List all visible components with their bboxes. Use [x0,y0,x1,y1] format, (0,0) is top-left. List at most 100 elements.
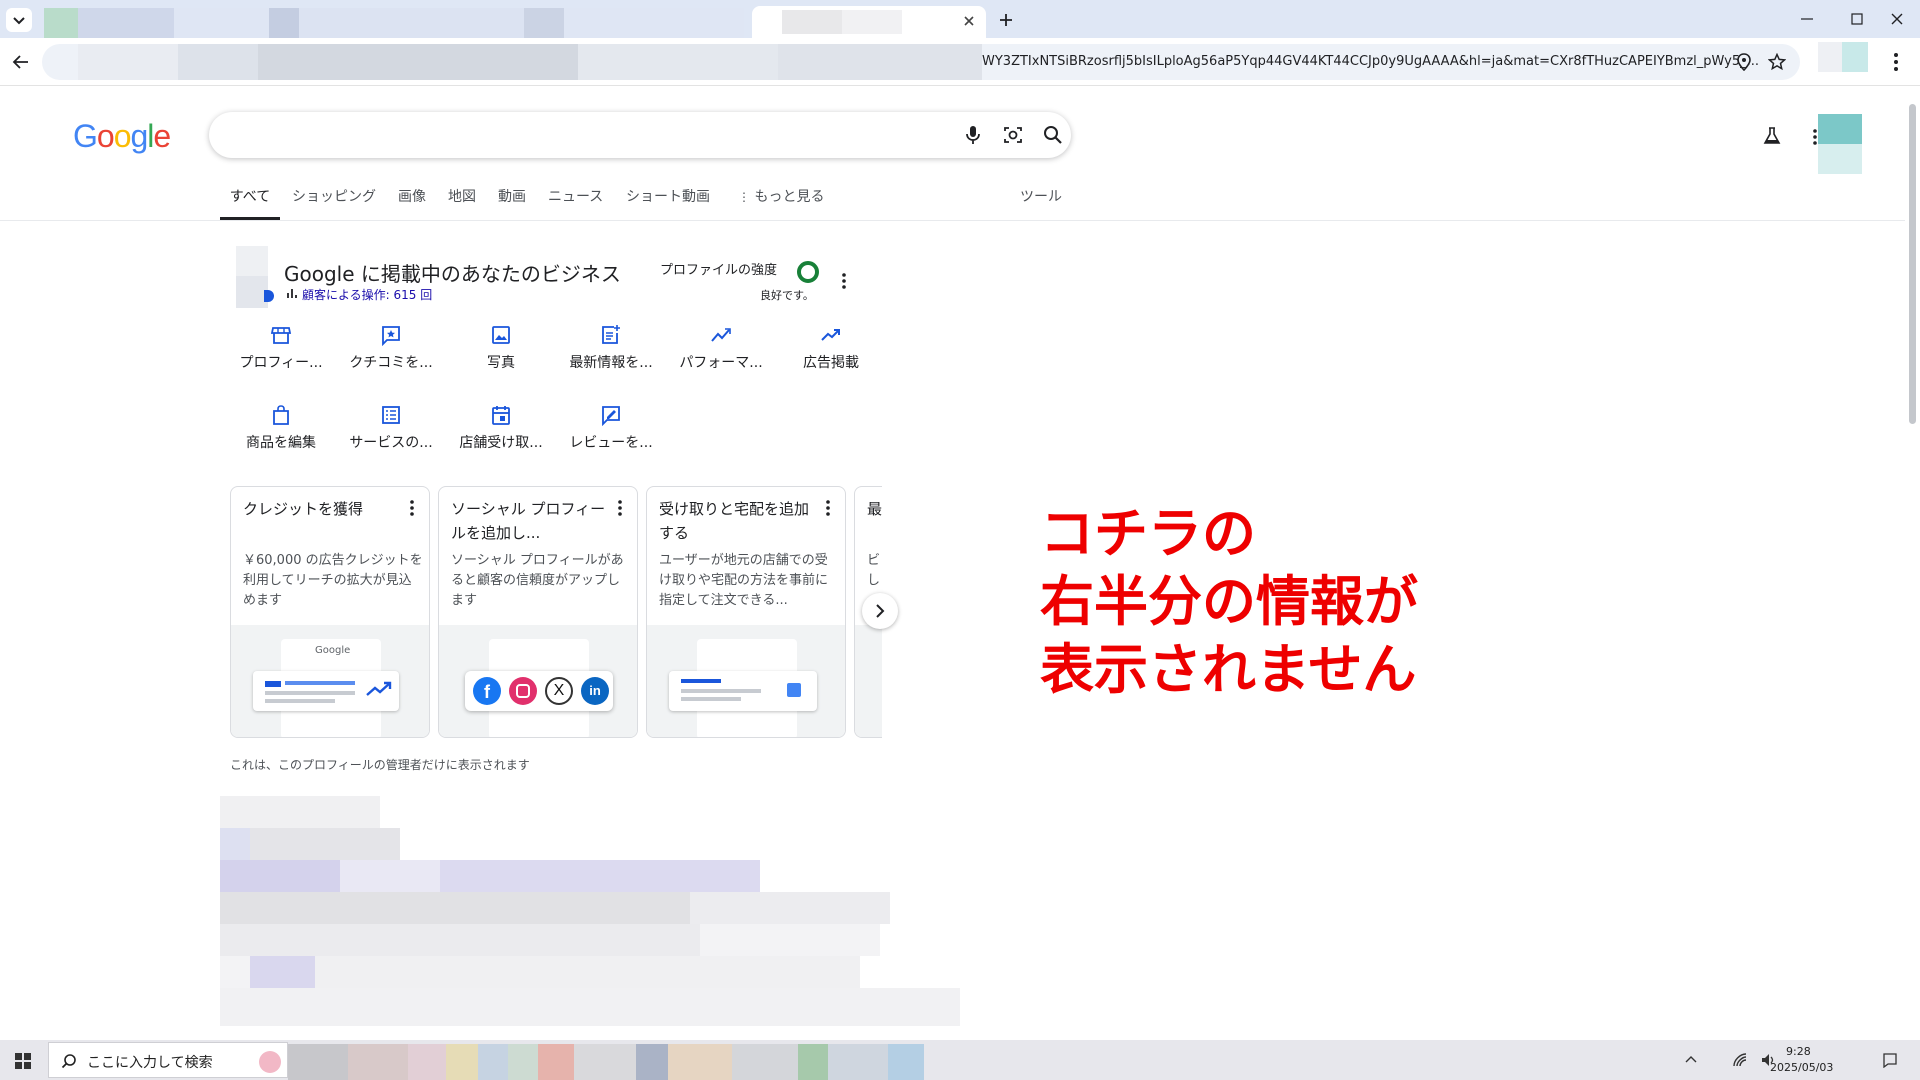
tab-maps[interactable]: 地図 [448,186,476,220]
card-description: ビし [867,553,881,588]
network-icon[interactable] [1732,1052,1748,1068]
action-updates[interactable]: 最新情報を... [561,324,661,372]
shopping-bag-icon [787,683,801,697]
card-illustration: f X in [439,625,637,737]
action-reviews[interactable]: クチコミを... [341,324,441,372]
url-text[interactable]: WY3ZTIxNTSiBRzosrflj5bIsILploAg56aP5Yqp4… [982,54,1762,69]
tab-videos[interactable]: 動画 [498,186,526,220]
instagram-icon [509,677,537,705]
lens-camera-icon[interactable] [1001,123,1025,147]
card-menu-icon[interactable] [409,499,415,517]
window-close-icon[interactable] [1890,12,1904,26]
tab-strip [0,0,1920,38]
tab-short-videos[interactable]: ショート動画 [626,186,710,220]
action-label: プロフィー... [239,355,323,371]
verified-badge-icon [264,290,274,302]
action-label: クチコミを... [349,355,433,371]
notification-icon[interactable] [1882,1052,1898,1068]
address-bar[interactable]: WY3ZTIxNTSiBRzosrflj5bIsILploAg56aP5Yqp4… [42,44,1800,80]
review-star-icon [382,326,400,346]
google-results-page: Google すべて ショッピング 画像 地図 動画 ニュース ショート動画 ⋮… [0,86,1905,1040]
calendar-icon [492,406,510,425]
maximize-icon[interactable] [1850,12,1864,26]
action-request-reviews[interactable]: レビューを... [561,404,661,452]
admin-only-note: これは、このプロフィールの管理者だけに表示されます [230,758,530,772]
windows-start-icon[interactable] [14,1052,32,1070]
action-pickup[interactable]: 店舗受け取... [451,404,551,452]
page-scrollbar[interactable] [1905,86,1920,1040]
trending-up-icon [821,329,840,341]
taskbar-search[interactable]: ここに入力して検索 [48,1042,288,1078]
blurred-tab-title [782,10,902,34]
business-title: Google に掲載中のあなたのビジネス [284,262,621,286]
tab-more-label: もっと見る [754,189,825,205]
blurred-search-result [220,796,960,1026]
chevron-right-icon [876,604,885,618]
search-box[interactable] [209,112,1071,158]
tab-tools[interactable]: ツール [1020,186,1062,220]
tab-news[interactable]: ニュース [548,186,603,220]
clock-date[interactable]: 2025/05/03 [1770,1061,1833,1074]
minimize-icon[interactable] [1800,12,1814,26]
rate-review-icon [602,406,620,426]
clock-time[interactable]: 9:28 [1786,1045,1811,1058]
tab-images[interactable]: 画像 [398,186,426,220]
tab-active[interactable] [752,6,986,38]
back-arrow-icon[interactable] [12,54,30,70]
action-performance[interactable]: パフォーマ... [671,324,771,372]
shopping-bag-icon [273,405,289,425]
suggestion-card-credit[interactable]: クレジットを獲得 ￥60,000 の広告クレジットを利用してリーチの拡大が見込め… [230,486,430,738]
card-illustration-logo: Google [315,645,351,656]
customer-ops-link[interactable]: 顧客による操作: 615 回 [302,286,432,303]
search-icon[interactable] [1041,123,1065,147]
google-logo[interactable]: Google [73,118,171,155]
performance-icon [711,328,731,342]
close-icon[interactable] [962,14,976,28]
card-illustration [855,625,882,737]
chevron-up-icon[interactable] [1684,1054,1698,1064]
card-title: 受け取りと宅配を追加する [659,500,810,542]
card-description: ソーシャル プロフィールがあると顧客の信頼度がアップします [451,553,624,608]
suggestion-card-pickup[interactable]: 受け取りと宅配を追加する ユーザーが地元の店舗での受け取りや宅配の方法を事前に指… [646,486,846,738]
card-illustration: Google [231,625,429,737]
business-menu-icon[interactable] [841,272,847,290]
search-input[interactable] [229,122,949,148]
action-label: 広告掲載 [803,355,859,371]
post-add-icon [602,325,620,344]
card-description: ￥60,000 の広告クレジットを利用してリーチの拡大が見込めます [243,553,423,608]
action-edit-profile[interactable]: プロフィー... [231,324,331,372]
tab-shopping[interactable]: ショッピング [292,186,376,220]
tabs-divider [0,220,1905,221]
tab-all[interactable]: すべて [220,186,280,220]
action-ads[interactable]: 広告掲載 [781,324,881,372]
bar-chart-icon [287,289,297,298]
suggestion-card-social[interactable]: ソーシャル プロフィールを追加し... ソーシャル プロフィールがあると顧客の信… [438,486,638,738]
list-icon [382,406,400,424]
new-tab-icon[interactable] [998,12,1014,28]
trending-up-icon [366,681,392,696]
blurred-tabs [44,8,744,38]
facebook-icon: f [473,677,501,705]
kebab-menu-icon[interactable] [1893,52,1899,72]
photo-icon [492,326,510,344]
browser-toolbar: WY3ZTIxNTSiBRzosrflj5bIsILploAg56aP5Yqp4… [0,38,1920,86]
action-edit-products[interactable]: 商品を編集 [231,404,331,452]
carousel-next-button[interactable] [862,593,898,629]
blurred-url-start [78,44,982,80]
action-label: 店舗受け取... [459,435,543,451]
location-pin-icon[interactable] [1736,53,1752,71]
tab-more[interactable]: ⋮ もっと見る [738,186,824,220]
profile-strength-status: 良好です。 [760,289,814,302]
card-menu-icon[interactable] [617,499,623,517]
card-menu-icon[interactable] [825,499,831,517]
action-photos[interactable]: 写真 [451,324,551,372]
labs-flask-icon[interactable] [1762,126,1782,146]
action-services[interactable]: サービスの... [341,404,441,452]
microphone-icon[interactable] [961,123,985,147]
tab-search-button[interactable] [6,8,32,32]
search-highlight-icon [259,1051,281,1073]
bookmark-star-icon[interactable] [1768,53,1786,71]
scroll-thumb[interactable] [1909,104,1916,424]
storefront-icon [270,327,292,344]
action-label: 写真 [487,355,515,371]
